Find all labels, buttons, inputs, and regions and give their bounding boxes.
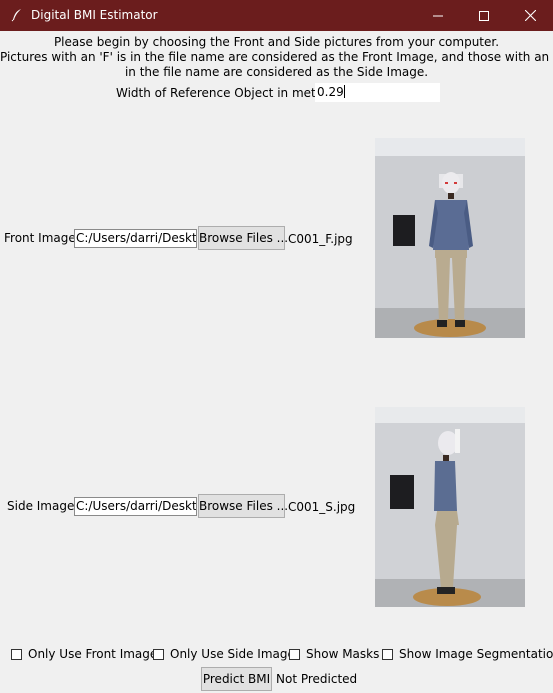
- only-side-checkbox[interactable]: [153, 648, 164, 660]
- front-image-label: Front Image:: [4, 231, 80, 245]
- minimize-icon: [433, 11, 443, 21]
- only-side-option[interactable]: Only Use Side Image: [153, 645, 295, 663]
- instruction-line-2: Pictures with an 'F' is in the file name…: [0, 50, 553, 64]
- maximize-icon: [479, 10, 489, 21]
- maximize-button[interactable]: [461, 0, 507, 31]
- only-side-label: Only Use Side Image: [170, 647, 295, 661]
- reference-width-value: 0.29: [317, 85, 344, 99]
- only-front-checkbox[interactable]: [11, 648, 22, 660]
- instruction-line-3: in the file name are considered as the S…: [124, 65, 429, 79]
- front-image-path: C:/Users/darri/Desktop: [76, 231, 197, 245]
- show-segmentation-checkbox[interactable]: [382, 648, 393, 660]
- window-title: Digital BMI Estimator: [31, 8, 158, 22]
- feather-icon: [10, 8, 24, 22]
- side-browse-button[interactable]: Browse Files ...: [198, 494, 288, 518]
- predict-bmi-button[interactable]: Predict BMI: [201, 667, 272, 691]
- text-caret: [343, 85, 345, 98]
- reference-width-input[interactable]: 0.29: [315, 83, 440, 102]
- front-browse-button[interactable]: Browse Files ...: [198, 226, 288, 250]
- side-image-path: C:/Users/darri/Desktop: [76, 499, 197, 513]
- front-image-path-input[interactable]: C:/Users/darri/Desktop: [74, 229, 197, 248]
- show-masks-checkbox[interactable]: [289, 648, 300, 660]
- show-masks-option[interactable]: Show Masks: [289, 645, 379, 663]
- only-front-label: Only Use Front Image: [28, 647, 158, 661]
- close-icon: [524, 10, 536, 21]
- show-segmentation-label: Show Image Segmentation: [399, 647, 553, 661]
- title-bar[interactable]: Digital BMI Estimator: [0, 0, 553, 31]
- side-image-label: Side Image:: [7, 499, 79, 513]
- prediction-status: Not Predicted: [276, 672, 358, 686]
- side-image-preview: [375, 407, 525, 607]
- side-image-filename: C001_S.jpg: [288, 500, 356, 514]
- only-front-option[interactable]: Only Use Front Image: [11, 645, 157, 663]
- minimize-button[interactable]: [415, 0, 461, 31]
- show-masks-label: Show Masks: [306, 647, 380, 661]
- reference-width-label: Width of Reference Object in meters:: [116, 86, 339, 100]
- instruction-line-1: Please begin by choosing the Front and S…: [53, 35, 500, 49]
- close-button[interactable]: [507, 0, 553, 31]
- side-image-path-input[interactable]: C:/Users/darri/Desktop: [74, 497, 197, 516]
- front-image-preview: [375, 138, 525, 338]
- show-segmentation-option[interactable]: Show Image Segmentation: [382, 645, 553, 663]
- front-image-filename: C001_F.jpg: [288, 232, 353, 246]
